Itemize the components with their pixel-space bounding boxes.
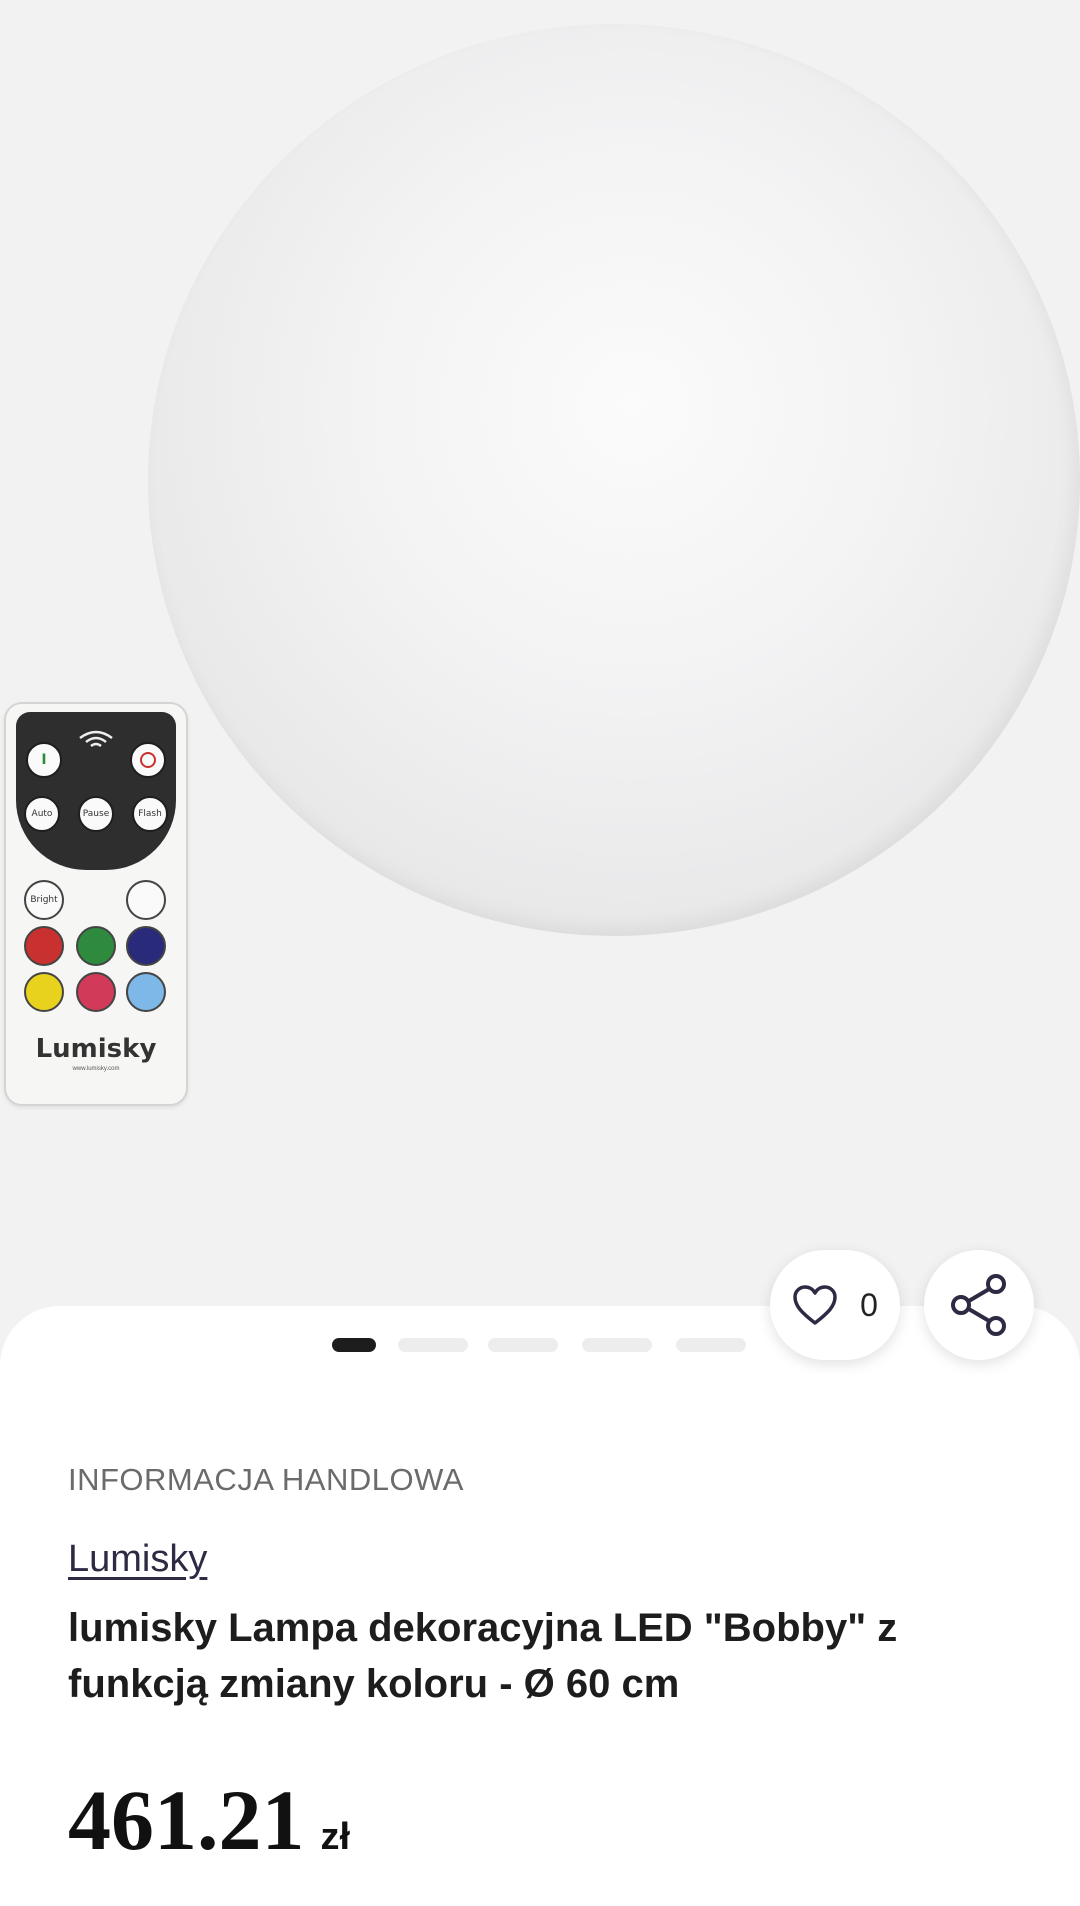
remote-bright-label: Bright bbox=[30, 895, 58, 905]
remote-url-label: www.lumisky.com bbox=[72, 1066, 120, 1072]
remote-on-label: I bbox=[41, 752, 47, 768]
remote-color-button bbox=[24, 972, 64, 1012]
remote-color-button bbox=[126, 972, 166, 1012]
remote-pause-button: Pause bbox=[78, 796, 114, 832]
remote-color-button bbox=[76, 972, 116, 1012]
pagination-dot[interactable] bbox=[398, 1338, 468, 1352]
pagination-dot[interactable] bbox=[582, 1338, 652, 1352]
remote-power-on-button: I bbox=[26, 742, 62, 778]
remote-auto-label: Auto bbox=[31, 809, 53, 819]
remote-auto-button: Auto bbox=[24, 796, 60, 832]
power-off-icon bbox=[140, 752, 156, 768]
favorite-count: 0 bbox=[860, 1286, 878, 1323]
commercial-info-label: INFORMACJA HANDLOWA bbox=[68, 1462, 464, 1497]
remote-bright-button: Bright bbox=[24, 880, 64, 920]
pagination-dot[interactable] bbox=[488, 1338, 558, 1352]
signal-icon bbox=[79, 730, 113, 748]
product-image-globe-lamp bbox=[148, 24, 1080, 936]
remote-brand-label: Lumisky bbox=[35, 1034, 157, 1064]
remote-color-button bbox=[126, 926, 166, 966]
remote-power-off-button bbox=[130, 742, 166, 778]
product-image-gallery[interactable]: I Auto Pause Flash Bright Lumisky www.lu… bbox=[0, 0, 1080, 1310]
product-price: 461.21 zł bbox=[68, 1770, 350, 1870]
product-image-remote-control: I Auto Pause Flash Bright Lumisky www.lu… bbox=[4, 702, 188, 1106]
price-currency: zł bbox=[320, 1816, 351, 1858]
heart-icon bbox=[793, 1285, 837, 1325]
product-title: lumisky Lampa dekoracyjna LED "Bobby" z … bbox=[68, 1606, 898, 1706]
remote-color-button bbox=[24, 926, 64, 966]
remote-top-panel: I Auto Pause Flash bbox=[16, 712, 176, 870]
pagination-dot[interactable] bbox=[332, 1338, 376, 1352]
share-icon bbox=[951, 1274, 1006, 1336]
remote-flash-button: Flash bbox=[132, 796, 168, 832]
pagination-dot[interactable] bbox=[676, 1338, 746, 1352]
remote-white-button bbox=[126, 880, 166, 920]
price-amount: 461.21 bbox=[68, 1772, 305, 1868]
brand-link[interactable]: Lumisky bbox=[68, 1538, 207, 1581]
remote-flash-label: Flash bbox=[138, 809, 162, 819]
remote-color-button bbox=[76, 926, 116, 966]
favorite-button[interactable]: 0 bbox=[770, 1250, 900, 1360]
remote-pause-label: Pause bbox=[82, 809, 110, 819]
share-button[interactable] bbox=[924, 1250, 1034, 1360]
